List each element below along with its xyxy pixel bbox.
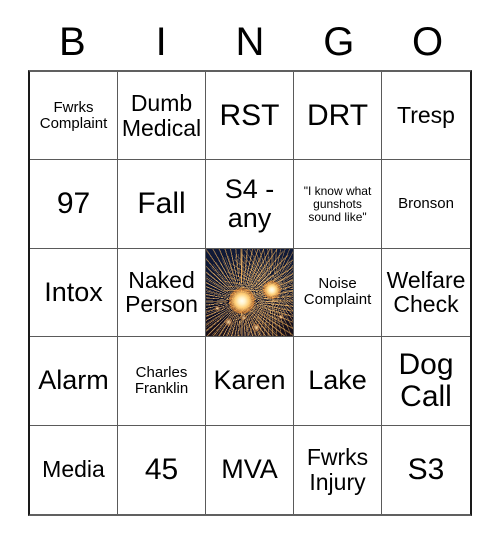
bingo-cell-label: Bronson <box>398 195 454 212</box>
bingo-header-letter-i: I <box>155 20 167 64</box>
bingo-cell[interactable]: Bronson <box>382 160 470 249</box>
bingo-cell[interactable]: 45 <box>118 425 206 514</box>
bingo-cell[interactable]: Noise Complaint <box>294 248 382 338</box>
bingo-cell[interactable]: Fwrks Complaint <box>30 72 118 161</box>
bingo-header-row: BINGO <box>28 14 472 70</box>
bingo-cell[interactable]: Alarm <box>30 337 118 426</box>
bingo-cell-label: Alarm <box>38 365 109 396</box>
bingo-cell[interactable]: Karen <box>206 337 294 426</box>
bingo-cell-label: "I know what gunshots sound like" <box>303 183 372 224</box>
bingo-cell[interactable]: Charles Franklin <box>118 337 206 426</box>
bingo-cell[interactable]: Naked Person <box>118 248 206 338</box>
fireworks-icon <box>206 248 293 337</box>
bingo-cell[interactable]: Dog Call <box>382 337 470 426</box>
bingo-cell[interactable]: Dumb Medical <box>118 72 206 161</box>
bingo-cell-label: Naked Person <box>125 266 198 318</box>
bingo-cell-free-space[interactable] <box>206 248 294 338</box>
bingo-card: B I N G O Fwrks Complaint Dumb Medical RST DRT T… <box>0 0 500 544</box>
bingo-cell[interactable]: Tresp <box>382 72 470 161</box>
bingo-cell-label: Welfare Check <box>386 266 466 318</box>
bingo-cell[interactable]: DRT <box>294 72 382 161</box>
bingo-cell[interactable]: MVA <box>206 425 294 514</box>
bingo-cell-label: S3 <box>407 452 445 486</box>
bingo-cell-label: DRT <box>306 98 369 132</box>
bingo-cell[interactable]: "I know what gunshots sound like" <box>294 160 382 249</box>
bingo-header-letter-n: N <box>235 20 265 64</box>
bingo-cell[interactable]: Lake <box>294 337 382 426</box>
bingo-cell-label: Intox <box>44 276 103 307</box>
bingo-header-letter-b: B <box>59 20 86 64</box>
bingo-cell-label: Fwrks Complaint <box>39 98 108 132</box>
bingo-cell[interactable]: 97 <box>30 160 118 249</box>
bingo-cell-label: Charles Franklin <box>134 363 189 397</box>
bingo-cell-label: Noise Complaint <box>303 275 372 309</box>
bingo-cell[interactable]: Fwrks Injury <box>294 425 382 514</box>
bingo-cell[interactable]: Media <box>30 425 118 514</box>
bingo-cell[interactable]: Fall <box>118 160 206 249</box>
bingo-cell-label: Dumb Medical <box>121 89 202 141</box>
bingo-cell-label: RST <box>219 98 280 132</box>
bingo-cell[interactable]: Welfare Check <box>382 248 470 338</box>
bingo-header-letter-g: G <box>323 20 355 64</box>
bingo-cell-label: Fwrks Injury <box>306 443 369 495</box>
bingo-cell-label: Media <box>42 456 105 483</box>
bingo-cell[interactable]: Intox <box>30 248 118 338</box>
bingo-cell-label: Lake <box>308 365 367 396</box>
bingo-cell-label: Tresp <box>397 102 455 129</box>
bingo-cell[interactable]: RST <box>206 72 294 161</box>
bingo-header-letter-o: O <box>412 20 444 64</box>
bingo-cell-label: Fall <box>137 186 186 220</box>
bingo-cell-label: MVA <box>221 454 278 485</box>
bingo-cell[interactable]: S3 <box>382 425 470 514</box>
bingo-cell-label: Dog Call <box>398 347 454 413</box>
bingo-cell-label: 97 <box>56 186 91 220</box>
bingo-cell-label: 45 <box>144 452 179 486</box>
firework-spark <box>224 318 233 327</box>
bingo-grid: Fwrks Complaint Dumb Medical RST DRT Tresp 97… <box>28 70 472 516</box>
bingo-cell-label: Karen <box>213 365 286 396</box>
bingo-cell[interactable]: S4 - any <box>206 160 294 249</box>
bingo-cell-label: S4 - any <box>224 173 275 234</box>
